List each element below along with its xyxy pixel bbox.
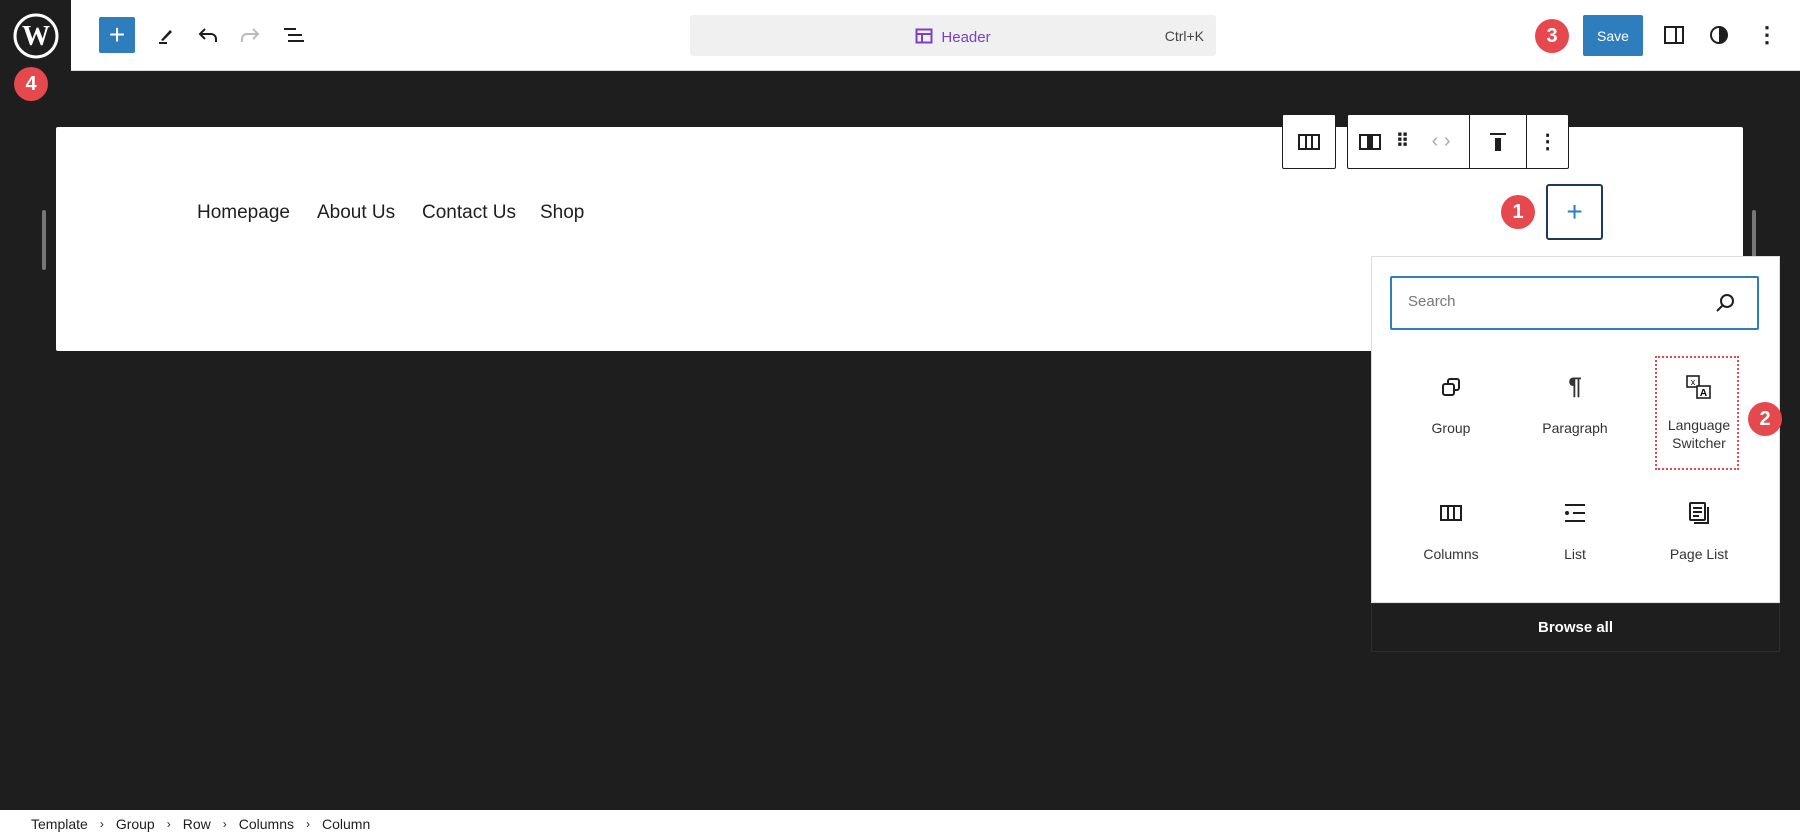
breadcrumb-columns[interactable]: Columns (239, 816, 294, 832)
block-inserter-toggle[interactable]: + (99, 17, 135, 53)
chevron-right-icon: › (166, 817, 171, 831)
nav-item-homepage[interactable]: Homepage (197, 202, 290, 224)
chevron-right-icon: › (99, 817, 104, 831)
step-badge-2: 2 (1748, 402, 1782, 436)
parent-block-button[interactable] (1282, 114, 1336, 169)
column-icon (1358, 133, 1381, 150)
nav-item-shop[interactable]: Shop (540, 202, 584, 224)
block-type-button[interactable] (1348, 115, 1392, 168)
align-top-icon (1490, 132, 1507, 151)
add-block-button[interactable]: + (1546, 184, 1603, 240)
svg-text:A: A (1700, 388, 1707, 399)
shortcut-hint: Ctrl+K (1164, 28, 1204, 44)
chevron-right-icon: › (222, 817, 227, 831)
block-item-page-list[interactable]: Page List (1644, 498, 1754, 562)
search-icon (1716, 294, 1734, 312)
block-label: List (1564, 546, 1586, 562)
translate-icon: xA (1686, 375, 1711, 399)
block-label: Columns (1423, 546, 1479, 562)
breadcrumb-template[interactable]: Template (31, 816, 88, 832)
tools-button[interactable] (148, 17, 184, 53)
group-icon (1442, 378, 1460, 396)
block-search-field[interactable] (1390, 276, 1759, 330)
block-item-paragraph[interactable]: ¶ Paragraph (1520, 372, 1630, 436)
styles-button[interactable] (1701, 17, 1737, 53)
block-label: Language Switcher (1667, 417, 1731, 451)
block-label: Page List (1669, 546, 1729, 562)
block-item-list[interactable]: List (1520, 498, 1630, 562)
block-options-button[interactable]: ⋮ (1526, 115, 1568, 168)
redo-button[interactable] (232, 17, 268, 53)
block-search-input[interactable] (1408, 293, 1708, 310)
chevron-left-icon: ‹ (1431, 130, 1439, 152)
move-buttons[interactable]: ‹ › (1413, 115, 1468, 168)
block-label: Paragraph (1542, 420, 1608, 436)
block-item-columns[interactable]: Columns (1396, 498, 1506, 562)
nav-item-about[interactable]: About Us (317, 202, 395, 224)
template-part-icon (915, 28, 933, 44)
resize-handle-left[interactable] (42, 210, 46, 270)
plus-icon: + (108, 19, 126, 50)
pencil-icon (159, 30, 172, 44)
breadcrumb-row[interactable]: Row (183, 816, 211, 832)
undo-icon (198, 28, 217, 42)
more-vertical-icon: ⋮ (1537, 131, 1558, 153)
step-badge-3: 3 (1535, 19, 1569, 53)
block-toolbar: ⠿ ‹ › ⋮ (1347, 114, 1569, 169)
list-view-icon (284, 28, 304, 42)
step-badge-1: 1 (1501, 195, 1535, 229)
drag-handle[interactable]: ⠿ (1392, 115, 1414, 168)
columns-icon (1440, 505, 1462, 521)
sidebar-icon (1664, 26, 1684, 44)
wordpress-icon: W (13, 13, 58, 58)
block-breadcrumb: Template › Group › Row › Columns › Column (0, 810, 1800, 838)
contrast-icon (1710, 26, 1728, 44)
nav-item-contact[interactable]: Contact Us (422, 202, 516, 224)
vertical-align-button[interactable] (1468, 115, 1526, 168)
options-button[interactable]: ⋮ (1749, 17, 1785, 53)
list-icon (1565, 504, 1585, 522)
svg-text:x: x (1691, 377, 1696, 387)
breadcrumb-column: Column (322, 816, 371, 832)
page-list-icon (1689, 502, 1709, 524)
paragraph-icon: ¶ (1568, 373, 1582, 400)
svg-text:W: W (22, 21, 50, 52)
block-label: Group (1431, 420, 1471, 436)
command-bar[interactable]: Header Ctrl+K (690, 15, 1216, 56)
settings-sidebar-button[interactable] (1656, 17, 1692, 53)
chevron-right-icon: › (1443, 130, 1451, 152)
chevron-right-icon: › (306, 817, 310, 831)
step-badge-4: 4 (14, 67, 48, 101)
plus-icon: + (1566, 196, 1583, 227)
browse-all-button[interactable]: Browse all (1371, 603, 1780, 652)
document-overview-button[interactable] (276, 17, 312, 53)
undo-button[interactable] (190, 17, 226, 53)
redo-icon (241, 28, 260, 42)
breadcrumb-group[interactable]: Group (116, 816, 155, 832)
template-title: Header (941, 29, 991, 46)
block-item-group[interactable]: Group (1396, 372, 1506, 436)
more-vertical-icon: ⋮ (1756, 22, 1778, 47)
columns-icon (1298, 133, 1320, 150)
drag-icon: ⠿ (1395, 131, 1410, 151)
block-item-language-switcher[interactable]: xA Language Switcher (1644, 372, 1754, 452)
save-button[interactable]: Save (1583, 15, 1643, 56)
wordpress-logo-button[interactable]: W (0, 0, 71, 71)
